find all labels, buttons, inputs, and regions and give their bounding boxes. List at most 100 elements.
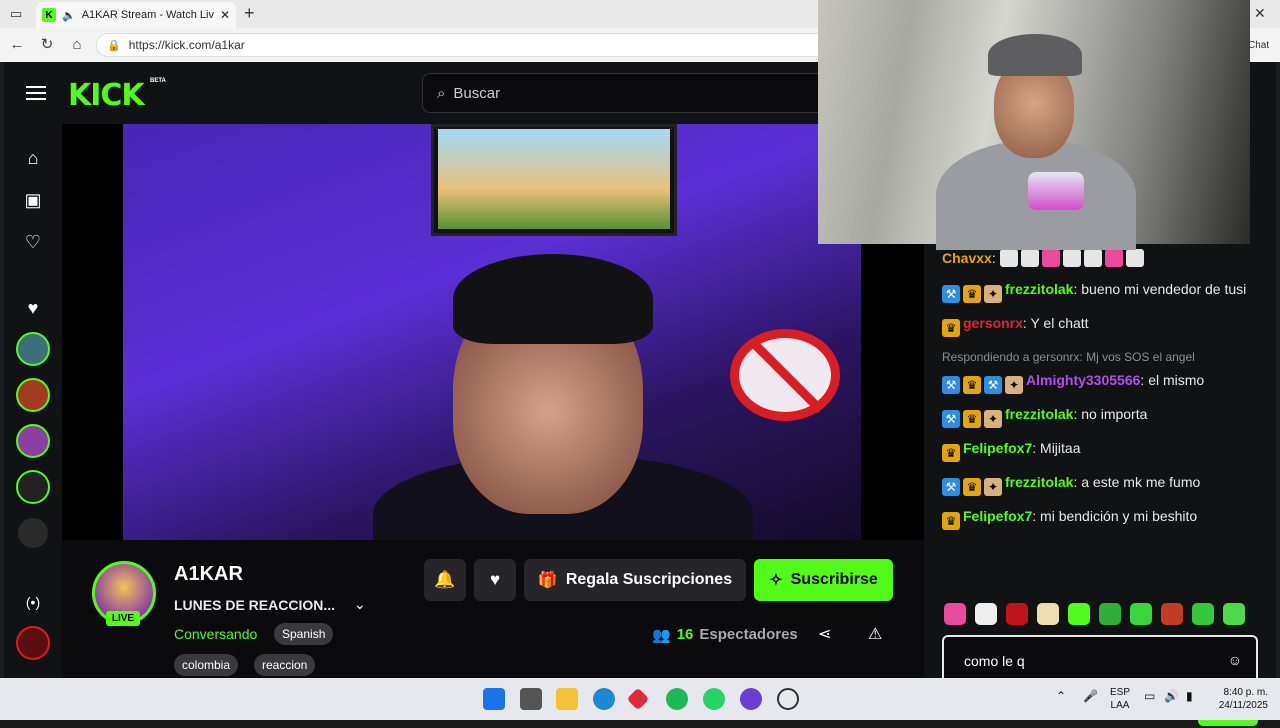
home-icon[interactable]: ⌂ — [68, 36, 86, 54]
site-info-icon[interactable]: 🔒 — [107, 39, 121, 52]
emote[interactable] — [1006, 603, 1028, 625]
speaker-icon[interactable]: 🔈 — [62, 9, 76, 22]
followed-channel-avatar[interactable] — [16, 470, 50, 504]
emote[interactable] — [1161, 603, 1183, 625]
tab-close-icon[interactable]: ✕ — [220, 8, 230, 22]
moderator-badge-icon[interactable]: ⚒ — [942, 376, 960, 394]
left-sidebar: ⌂ ▣ ♡ ♥ (•) — [4, 124, 62, 678]
subscribe-button[interactable]: ✧ Suscribirse — [754, 559, 893, 601]
hamburger-menu-icon[interactable] — [26, 82, 46, 102]
chevron-down-icon[interactable]: ⌄ — [354, 596, 366, 613]
spotify-icon[interactable] — [666, 688, 688, 710]
browse-nav-icon[interactable]: ▣ — [21, 188, 45, 212]
chat-username[interactable]: frezzitolak — [1005, 281, 1073, 297]
sparkle-icon: ✧ — [769, 572, 783, 589]
following-heart-icon[interactable]: ♥ — [21, 296, 45, 320]
emote[interactable] — [1068, 603, 1090, 625]
report-warning-icon[interactable]: ⚠ — [868, 624, 882, 644]
subscriber-badge-icon[interactable]: ✦ — [984, 410, 1002, 428]
reload-icon[interactable]: ↻ — [38, 36, 56, 54]
side-chat-label[interactable]: Chat — [1248, 40, 1269, 51]
crown-badge-icon[interactable]: ♛ — [963, 410, 981, 428]
viewers-icon: 👥 — [652, 627, 671, 644]
microphone-icon[interactable]: 🎤 — [1083, 690, 1098, 703]
kick-logo[interactable]: KICK — [68, 78, 145, 113]
chat-username[interactable]: gersonrx — [963, 315, 1023, 331]
follow-heart-button[interactable]: ♥ — [474, 559, 516, 601]
home-nav-icon[interactable]: ⌂ — [21, 146, 45, 170]
crown-badge-icon[interactable]: ♛ — [963, 285, 981, 303]
address-bar[interactable]: 🔒 https://kick.com/a1kar — [96, 33, 836, 57]
whatsapp-icon[interactable] — [703, 688, 725, 710]
video-player[interactable] — [62, 124, 924, 574]
crown-badge-icon[interactable]: ♛ — [963, 376, 981, 394]
recommended-channel-avatar[interactable] — [16, 626, 50, 660]
followed-channel-avatar[interactable] — [16, 332, 50, 366]
notification-bell-button[interactable]: 🔔 — [424, 559, 466, 601]
emote[interactable] — [1099, 603, 1121, 625]
chat-username[interactable]: Felipefox7 — [963, 508, 1032, 524]
edge-browser-icon[interactable] — [593, 688, 615, 710]
window-close-icon[interactable]: ✕ — [1254, 5, 1266, 22]
gift-subs-button[interactable]: 🎁 Regala Suscripciones — [524, 559, 746, 601]
moderator-badge-icon[interactable]: ⚒ — [942, 285, 960, 303]
chat-username[interactable]: Chavxx — [942, 250, 992, 266]
stream-video-frame — [123, 124, 861, 574]
emote[interactable] — [1192, 603, 1214, 625]
emote[interactable] — [1037, 603, 1059, 625]
app-red-icon[interactable] — [626, 687, 650, 711]
following-nav-icon[interactable]: ♡ — [21, 230, 45, 254]
moderator-badge-icon[interactable]: ⚒ — [984, 376, 1002, 394]
search-input[interactable]: ⌕ Buscar — [422, 73, 842, 113]
task-view-icon[interactable] — [520, 688, 542, 710]
subscriber-badge-icon[interactable]: ✦ — [984, 285, 1002, 303]
network-icon[interactable]: ▭ — [1144, 690, 1155, 703]
webcam-overlay — [818, 0, 1250, 250]
chat-text: bueno mi vendedor de tusi — [1081, 281, 1247, 297]
live-broadcast-icon[interactable]: (•) — [21, 590, 45, 614]
subscriber-badge-icon[interactable]: ✦ — [984, 478, 1002, 496]
followed-channel-avatar[interactable] — [16, 378, 50, 412]
moderator-badge-icon[interactable]: ⚒ — [942, 478, 960, 496]
back-icon[interactable]: ← — [8, 36, 26, 54]
category-link[interactable]: Conversando — [174, 626, 257, 642]
tv-screen-image — [431, 124, 677, 236]
language-badge[interactable]: Spanish — [274, 623, 334, 645]
new-tab-icon[interactable]: + — [244, 3, 255, 24]
crown-badge-icon[interactable]: ♛ — [942, 444, 960, 462]
app-purple-icon[interactable] — [740, 688, 762, 710]
battery-icon[interactable]: ▮ — [1186, 690, 1193, 703]
moderator-badge-icon[interactable]: ⚒ — [942, 410, 960, 428]
crown-badge-icon[interactable]: ♛ — [942, 512, 960, 530]
windows-start-icon[interactable] — [483, 688, 505, 710]
window-menu-icon[interactable]: ▭ — [10, 6, 22, 22]
chat-username[interactable]: frezzitolak — [1005, 406, 1073, 422]
share-icon[interactable]: ⋖ — [818, 624, 831, 644]
chatgpt-icon[interactable] — [777, 688, 799, 710]
reply-context[interactable]: Respondiendo a gersonrx: Mj vos SOS el a… — [942, 347, 1272, 368]
tag-chip[interactable]: reaccion — [254, 654, 316, 676]
clock[interactable]: 8:40 p. m. 24/11/2025 — [1208, 686, 1268, 712]
chat-username[interactable]: Felipefox7 — [963, 440, 1032, 456]
emote[interactable] — [944, 603, 966, 625]
emote[interactable] — [1130, 603, 1152, 625]
browser-tab[interactable]: K 🔈 A1KAR Stream - Watch Live ✕ — [36, 2, 236, 28]
emoji-icon[interactable]: ☺ — [1228, 652, 1242, 668]
crown-badge-icon[interactable]: ♛ — [963, 478, 981, 496]
chat-username[interactable]: Almighty3305566 — [1026, 372, 1140, 388]
file-explorer-icon[interactable] — [556, 688, 578, 710]
chat-emote — [1125, 249, 1144, 267]
tag-chip[interactable]: colombia — [174, 654, 239, 676]
emote[interactable] — [1223, 603, 1245, 625]
emote[interactable] — [975, 603, 997, 625]
keyboard-language[interactable]: ESP LAA — [1110, 686, 1130, 712]
followed-channel-avatar[interactable] — [16, 516, 50, 550]
followed-channel-avatar[interactable] — [16, 424, 50, 458]
crown-badge-icon[interactable]: ♛ — [942, 319, 960, 337]
chat-username[interactable]: frezzitolak — [1005, 474, 1073, 490]
channel-name[interactable]: A1KAR — [174, 563, 243, 586]
subscriber-badge-icon[interactable]: ✦ — [1005, 376, 1023, 394]
windows-taskbar: ⌃ 🎤 ESP LAA ▭ 🔊 ▮ 8:40 p. m. 24/11/2025 — [0, 678, 1280, 720]
tray-chevron-icon[interactable]: ⌃ — [1056, 690, 1066, 703]
volume-icon[interactable]: 🔊 — [1164, 690, 1179, 703]
